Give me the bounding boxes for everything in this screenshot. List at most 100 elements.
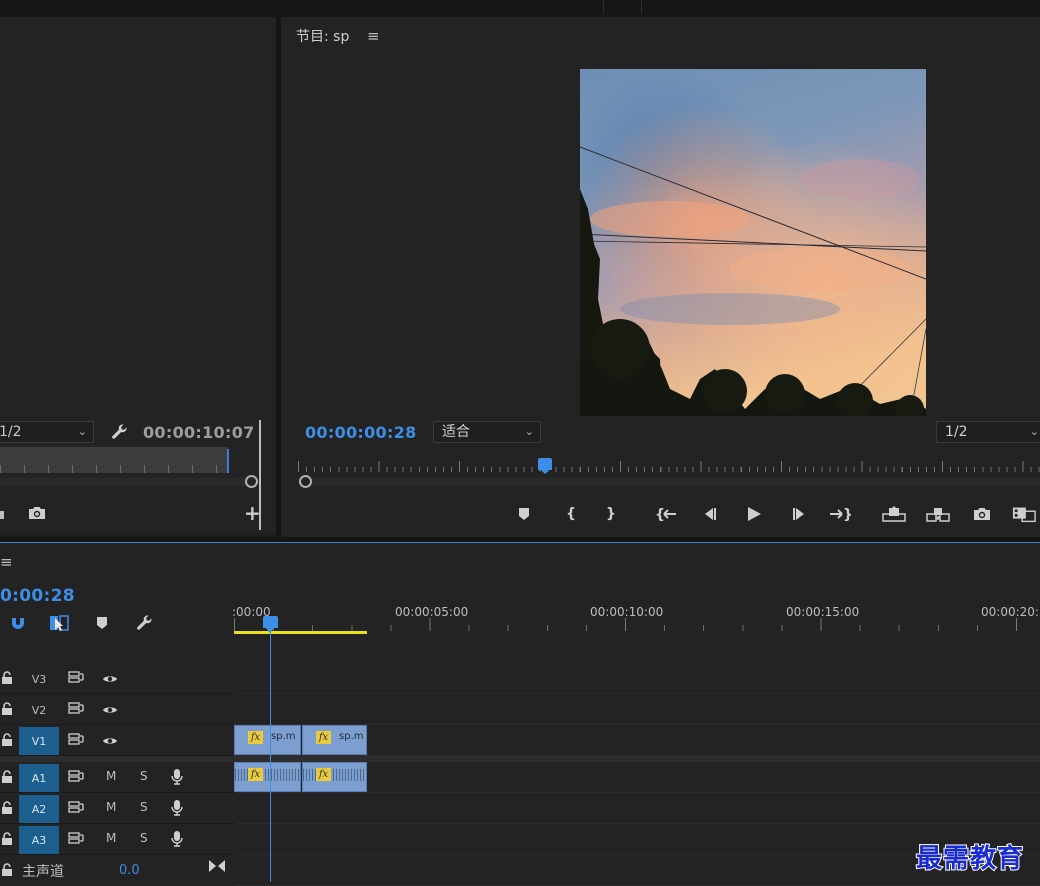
sync-lock-icon[interactable]: [68, 733, 84, 748]
lift-icon[interactable]: [882, 502, 906, 526]
source-zoom-track[interactable]: [0, 478, 250, 486]
sync-lock-icon[interactable]: [68, 832, 84, 847]
program-ruler-major-ticks: [298, 461, 1040, 472]
source-scrub-bar[interactable]: [0, 447, 228, 473]
master-volume-value[interactable]: 0.0: [119, 863, 140, 878]
work-area-bar[interactable]: [234, 631, 367, 634]
linked-selection-icon[interactable]: [49, 613, 69, 633]
sync-lock-icon[interactable]: [68, 770, 84, 785]
snap-magnet-icon[interactable]: [8, 613, 28, 633]
mark-out-icon[interactable]: }: [599, 502, 623, 526]
source-ruler-ticks: [0, 465, 228, 473]
program-playhead[interactable]: [538, 458, 552, 474]
lock-icon[interactable]: [1, 801, 13, 817]
solo-button[interactable]: S: [140, 800, 148, 814]
eye-icon[interactable]: [102, 673, 118, 687]
lock-icon[interactable]: [1, 702, 13, 718]
program-monitor-title[interactable]: 节目: sp: [296, 26, 349, 46]
fx-badge[interactable]: fx: [316, 731, 331, 744]
compare-view-icon[interactable]: [1012, 502, 1036, 526]
microphone-icon[interactable]: [171, 830, 183, 851]
eye-icon[interactable]: [102, 704, 118, 718]
panel-menu-icon[interactable]: ≡: [367, 27, 380, 45]
program-zoom-handle[interactable]: [299, 475, 312, 488]
track-target-v1[interactable]: V1: [19, 727, 59, 755]
source-out-marker: [227, 449, 229, 473]
source-timecode[interactable]: 00:00:10:07: [143, 423, 255, 442]
lock-icon[interactable]: [1, 770, 13, 786]
track-target-a2[interactable]: A2: [19, 795, 59, 823]
audio-waveform: [303, 769, 366, 781]
step-back-icon[interactable]: [698, 502, 722, 526]
program-resolution-select[interactable]: 1/2 ⌄: [936, 421, 1040, 443]
fx-badge[interactable]: fx: [248, 768, 263, 781]
chevron-down-icon: ⌄: [524, 425, 534, 438]
camera-icon[interactable]: [970, 502, 994, 526]
lock-icon[interactable]: [1, 863, 13, 879]
program-zoom-track[interactable]: [310, 478, 1040, 486]
lock-icon[interactable]: [1, 671, 13, 687]
timeline-settings-wrench-icon[interactable]: [135, 613, 155, 633]
marker-icon[interactable]: [512, 502, 536, 526]
track-lane-v3[interactable]: [234, 663, 1040, 694]
source-resolution-select[interactable]: 1/2 ⌄: [0, 421, 94, 443]
track-target-a3[interactable]: A3: [19, 826, 59, 854]
track-target-a1[interactable]: A1: [19, 764, 59, 792]
microphone-icon[interactable]: [171, 768, 183, 789]
clip-name: sp.m: [271, 731, 296, 742]
video-clip[interactable]: fx sp.m: [302, 725, 367, 755]
extract-icon[interactable]: [926, 502, 950, 526]
program-fit-select[interactable]: 适合 ⌄: [433, 421, 541, 443]
eye-icon[interactable]: [102, 735, 118, 749]
audio-clip[interactable]: fx: [302, 762, 367, 792]
wrench-icon[interactable]: [110, 422, 130, 442]
mute-button[interactable]: M: [106, 831, 116, 845]
ruler-label: 00:00:10:00: [590, 605, 664, 619]
track-header-a3: A3 M S: [0, 824, 234, 855]
source-clipped-button[interactable]: [0, 511, 4, 519]
audio-waveform: [235, 769, 300, 781]
program-timecode[interactable]: 00:00:00:28: [305, 423, 417, 442]
audio-clip[interactable]: fx: [234, 762, 301, 792]
mute-button[interactable]: M: [106, 800, 116, 814]
microphone-icon[interactable]: [171, 799, 183, 820]
add-button-icon[interactable]: +: [244, 503, 261, 523]
track-target-v2[interactable]: V2: [19, 696, 59, 724]
track-header-v2: V2: [0, 694, 234, 725]
program-fit-value: 适合: [442, 424, 470, 440]
step-forward-icon[interactable]: [787, 502, 811, 526]
timeline-playhead-line: [270, 630, 271, 882]
chevron-down-icon: ⌄: [77, 425, 87, 438]
ruler-label: 00:00:20:: [981, 605, 1039, 619]
track-lane-a2[interactable]: [234, 793, 1040, 824]
clip-name: sp.m: [339, 731, 364, 742]
play-icon[interactable]: [742, 502, 766, 526]
fx-badge[interactable]: fx: [316, 768, 331, 781]
track-lane-v2[interactable]: [234, 694, 1040, 725]
solo-button[interactable]: S: [140, 769, 148, 783]
fx-badge[interactable]: fx: [248, 731, 263, 744]
source-zoom-handle[interactable]: [245, 475, 258, 488]
mute-button[interactable]: M: [106, 769, 116, 783]
solo-button[interactable]: S: [140, 831, 148, 845]
camera-icon[interactable]: [27, 505, 47, 524]
timeline-playhead[interactable]: [263, 616, 278, 633]
video-clip[interactable]: fx sp.m: [234, 725, 301, 755]
sync-lock-icon[interactable]: [68, 671, 84, 686]
mark-in-icon[interactable]: {: [559, 502, 583, 526]
timeline-timecode[interactable]: 0:00:28: [0, 586, 75, 606]
sync-lock-icon[interactable]: [68, 801, 84, 816]
lock-icon[interactable]: [1, 733, 13, 749]
lock-icon[interactable]: [1, 832, 13, 848]
ruler-label: 00:00:15:00: [786, 605, 860, 619]
panel-menu-icon[interactable]: ≡: [0, 553, 13, 571]
go-to-end-icon[interactable]: [208, 859, 226, 876]
sync-lock-icon[interactable]: [68, 702, 84, 717]
svg-text:{: {: [655, 507, 665, 521]
go-to-in-icon[interactable]: {: [654, 502, 678, 526]
go-to-out-icon[interactable]: }: [828, 502, 852, 526]
add-marker-icon[interactable]: [92, 613, 112, 633]
track-header-v3: V3: [0, 663, 234, 694]
program-time-ruler[interactable]: [298, 458, 1040, 474]
track-target-v3[interactable]: V3: [19, 665, 59, 693]
